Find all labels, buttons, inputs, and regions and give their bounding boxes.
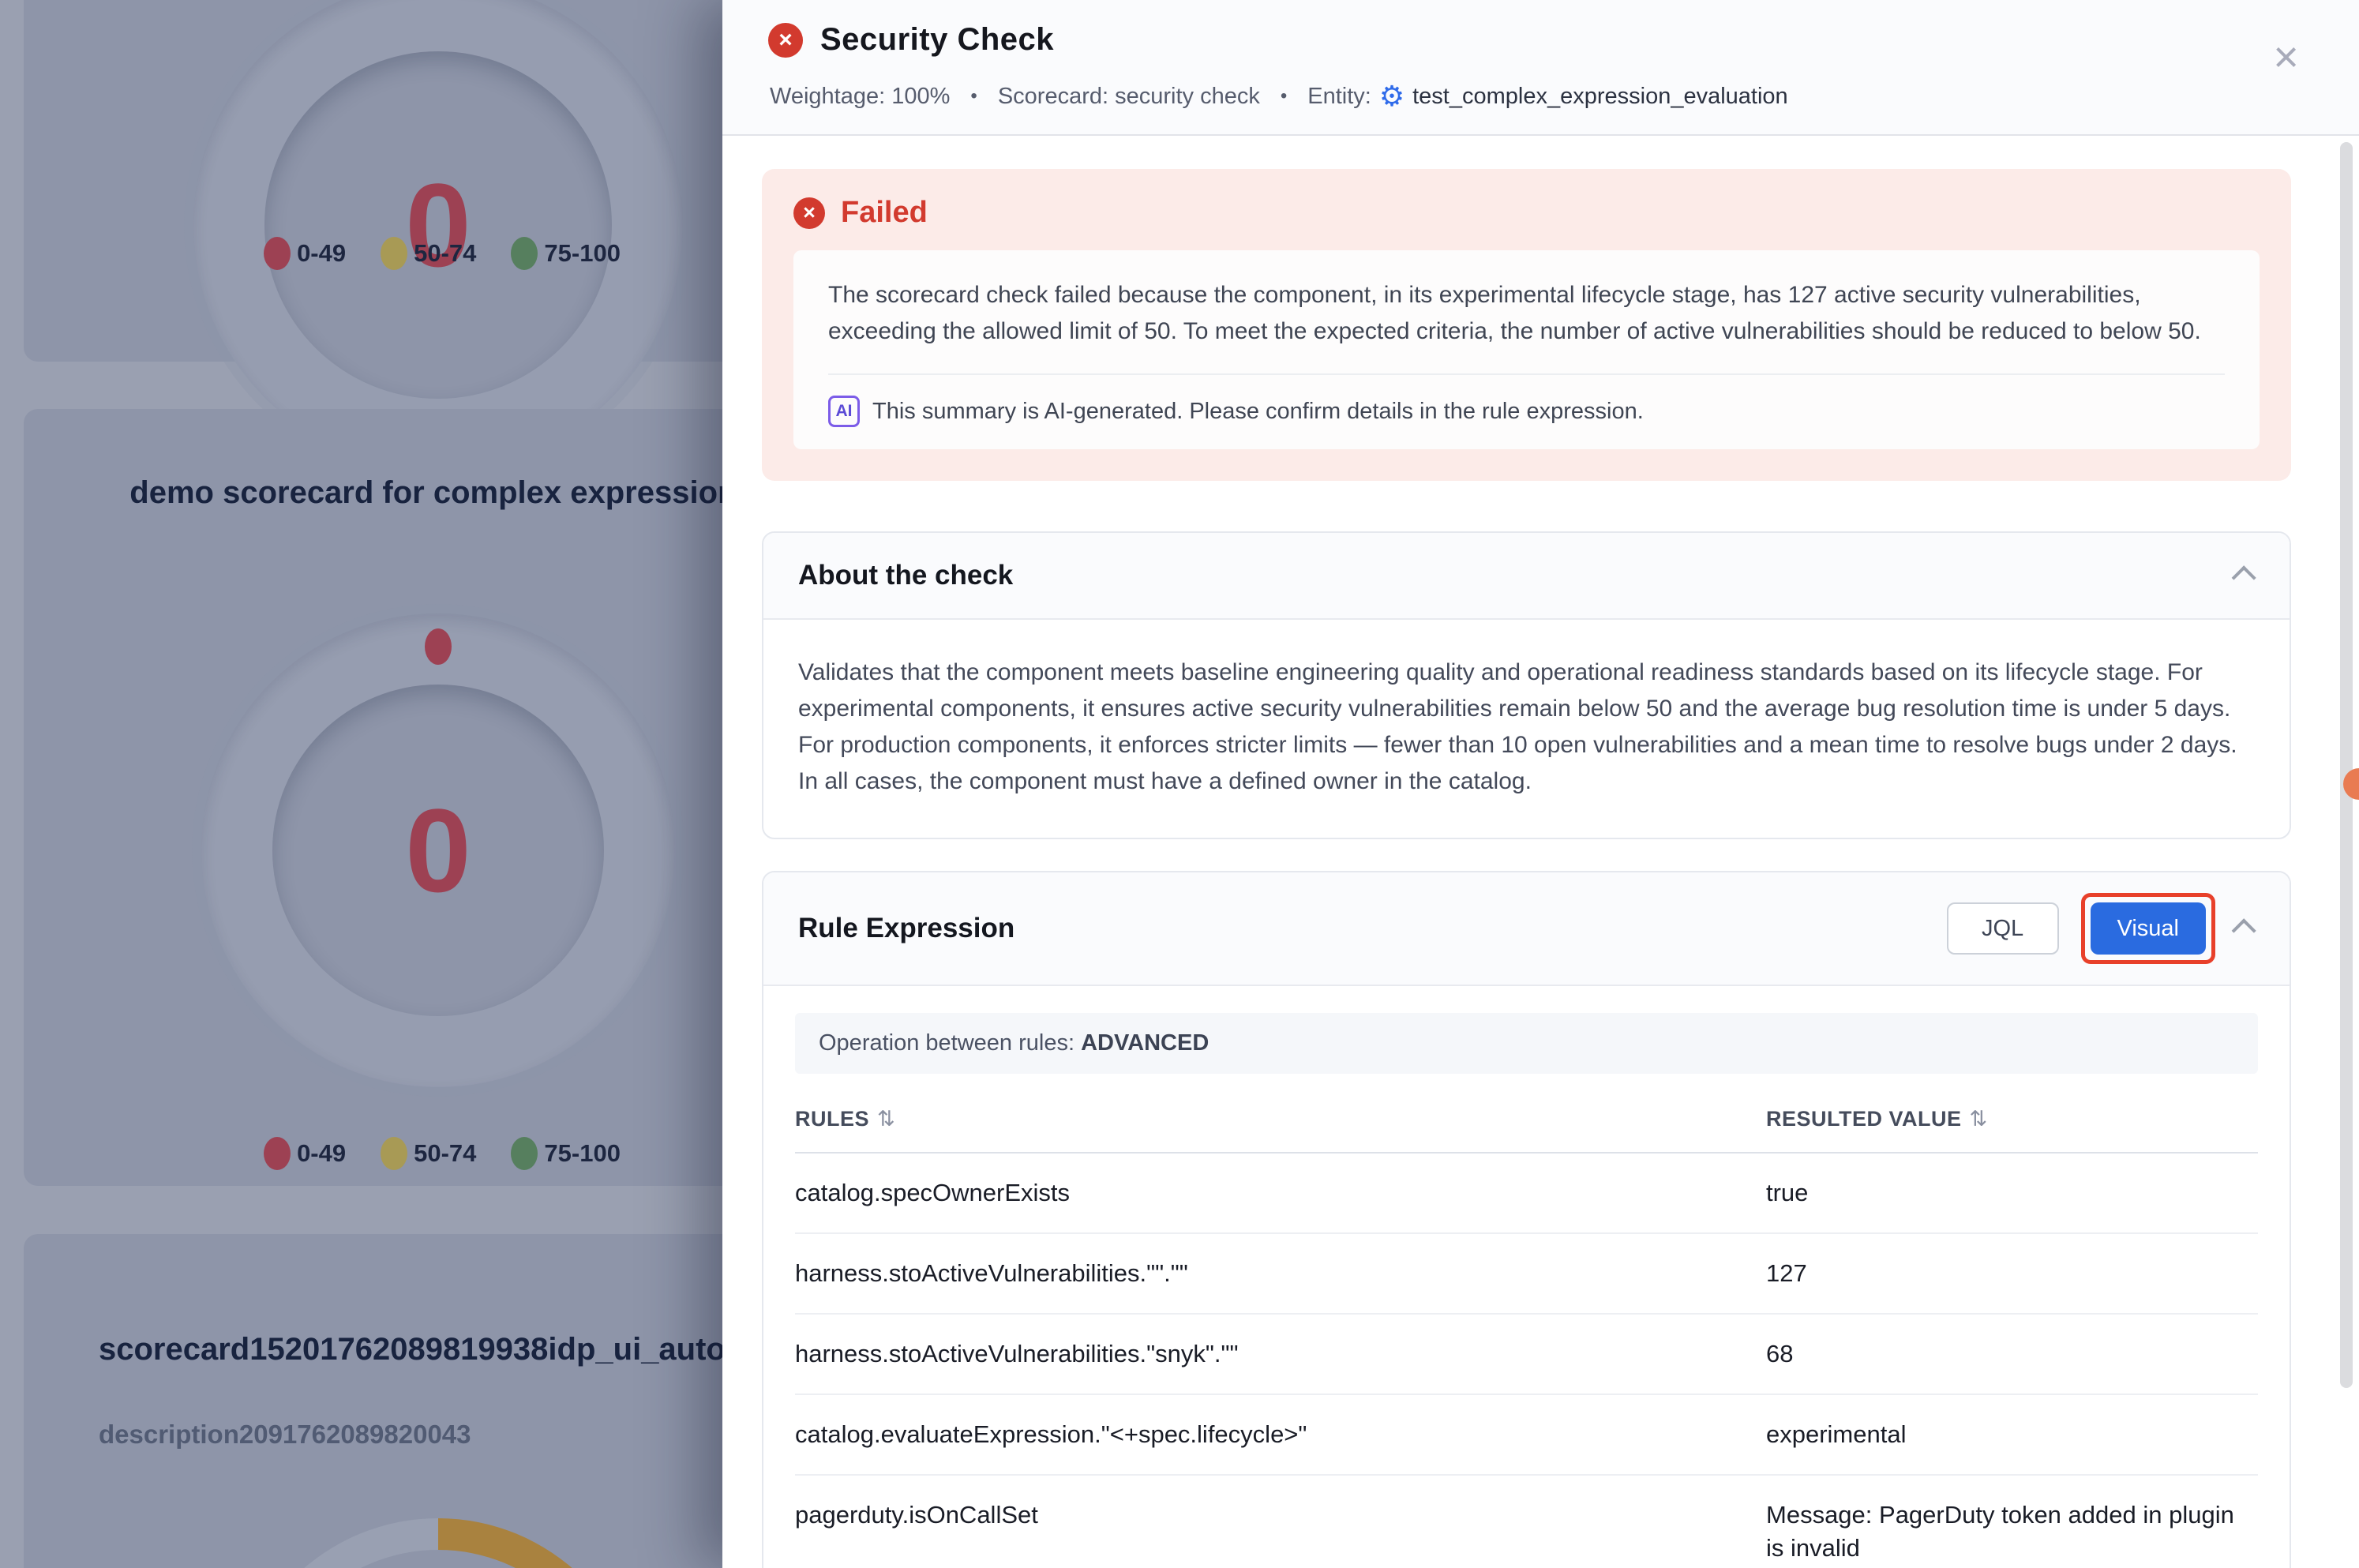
weightage-text: Weightage: 100% [770,84,950,110]
rule-expression-section: Rule Expression JQL Visual Operation bet… [762,871,2291,1568]
scorecard-description: description2091762089820043 [99,1420,471,1450]
score-gauge: 0 [193,0,683,470]
bullet-separator: • [1281,85,1287,107]
entity-label: Entity: [1307,84,1371,110]
error-circle-icon: × [793,197,825,229]
rule-name: harness.stoActiveVulnerabilities."snyk".… [795,1337,1766,1371]
entity-name: test_complex_expression_evaluation [1412,84,1788,110]
close-icon[interactable]: × [2273,35,2299,79]
sort-icon: ⇅ [877,1107,895,1131]
legend-red-dot [264,237,291,270]
score-gauge: 0 [201,613,675,1087]
drawer-header: × Security Check × Weightage: 100% • Sco… [722,0,2359,136]
rule-name: harness.stoActiveVulnerabilities.""."" [795,1257,1766,1290]
failure-summary-card: The scorecard check failed because the c… [793,250,2260,449]
legend-item: 50-74 [381,237,476,270]
operation-between-rules: Operation between rules: ADVANCED [795,1013,2258,1074]
failed-banner: × Failed The scorecard check failed beca… [762,169,2291,481]
scorecard-text: Scorecard: security check [998,84,1260,110]
rule-expression-title: Rule Expression [798,913,1014,944]
rule-name: pagerduty.isOnCallSet [795,1499,1766,1565]
rule-name: catalog.evaluateExpression."<+spec.lifec… [795,1418,1766,1451]
table-row: harness.stoActiveVulnerabilities."snyk".… [795,1315,2258,1395]
rule-result: 68 [1766,1337,2258,1371]
legend-item: 50-74 [381,1137,476,1170]
legend-olive-dot [381,237,407,270]
jql-toggle-button[interactable]: JQL [1947,902,2059,955]
drawer-title: Security Check [820,22,1054,58]
table-row: catalog.evaluateExpression."<+spec.lifec… [795,1395,2258,1476]
screen: 0 0-49 50-74 75-100 demo scorecard for c… [0,0,2359,1568]
legend-green-dot [511,237,538,270]
rules-table: RULES ⇅ RESULTED VALUE ⇅ catalog.specOwn… [795,1078,2258,1568]
click-annotation-box: Visual [2081,893,2215,964]
gear-icon: ⚙ [1379,82,1405,111]
rule-result: 127 [1766,1257,2258,1290]
security-check-drawer: × Security Check × Weightage: 100% • Sco… [722,0,2359,1568]
rule-result: true [1766,1176,2258,1210]
resulted-value-column-header[interactable]: RESULTED VALUE ⇅ [1766,1107,2258,1131]
divider [828,373,2225,375]
sort-icon: ⇅ [1970,1107,1988,1131]
entity-link[interactable]: Entity: ⚙ test_complex_expression_evalua… [1307,82,1787,111]
failed-status-label: Failed [841,196,928,230]
rule-result: experimental [1766,1418,2258,1451]
legend-item: 75-100 [511,237,621,270]
rules-column-header[interactable]: RULES ⇅ [795,1107,1766,1131]
check-meta: Weightage: 100% • Scorecard: security ch… [770,82,1788,111]
score-gauge-arc [233,1518,643,1568]
error-circle-icon: × [768,23,803,58]
about-the-check-section: About the check Validates that the compo… [762,531,2291,839]
rule-name: catalog.specOwnerExists [795,1176,1766,1210]
legend-red-dot [264,1137,291,1170]
drawer-body: × Failed The scorecard check failed beca… [722,137,2359,1568]
bullet-separator: • [970,85,977,107]
gauge-progress-dot [425,628,452,665]
table-row: harness.stoActiveVulnerabilities.""."" 1… [795,1234,2258,1315]
chevron-up-icon[interactable] [2232,918,2256,943]
legend-green-dot [511,1137,538,1170]
ai-badge-icon: AI [828,396,860,427]
operation-value: ADVANCED [1081,1030,1209,1056]
chevron-up-icon[interactable] [2232,565,2256,590]
legend-olive-dot [381,1137,407,1170]
about-section-title: About the check [798,560,1013,591]
legend-item: 0-49 [264,1137,346,1170]
legend-item: 75-100 [511,1137,621,1170]
vertical-scrollbar[interactable] [2340,142,2353,1388]
score-value: 0 [405,791,471,910]
visual-toggle-button[interactable]: Visual [2091,902,2206,955]
legend-item: 0-49 [264,237,346,270]
table-row: catalog.specOwnerExists true [795,1153,2258,1234]
rule-result: Message: PagerDuty token added in plugin… [1766,1499,2258,1565]
about-check-description: Validates that the component meets basel… [798,655,2255,800]
table-row: pagerduty.isOnCallSet Message: PagerDuty… [795,1476,2258,1568]
failure-summary-text: The scorecard check failed because the c… [828,277,2225,350]
ai-disclaimer-text: This summary is AI-generated. Please con… [872,399,1644,425]
